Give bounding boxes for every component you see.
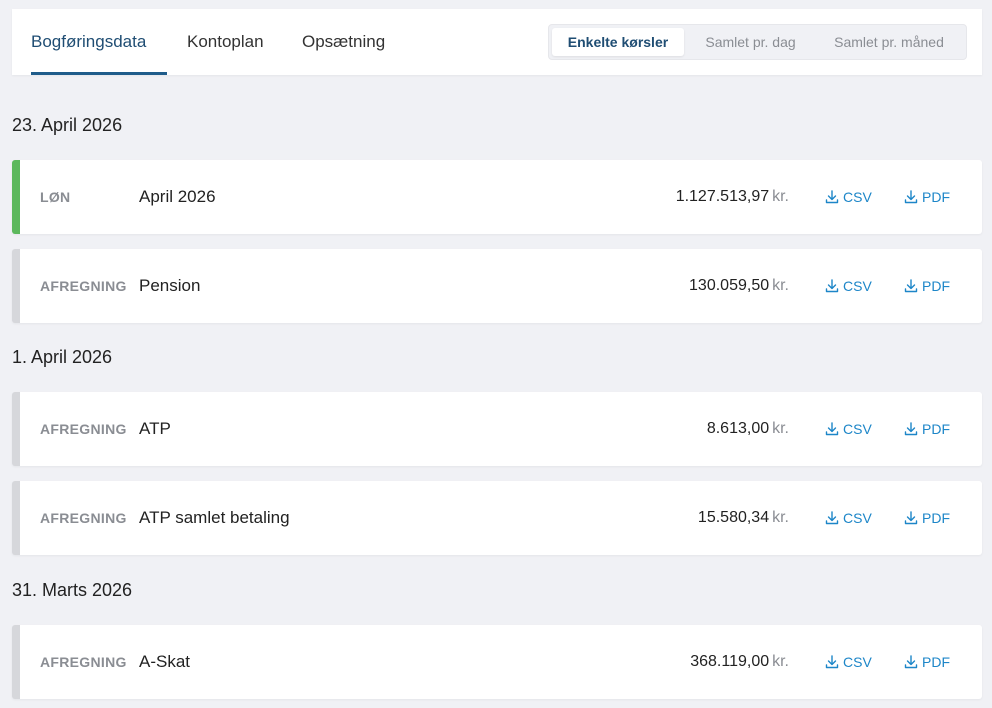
- amount-currency: kr.: [772, 509, 789, 526]
- entry-name: April 2026: [139, 187, 216, 206]
- entry-name: Pension: [139, 276, 201, 295]
- amount-currency: kr.: [772, 653, 789, 670]
- download-icon: [904, 190, 918, 204]
- entry-type: LØN: [40, 189, 71, 205]
- entry-amount: 15.580,34 kr.: [698, 481, 789, 555]
- amount-value: 8.613,00: [706, 420, 770, 437]
- entry-row: AFREGNING ATP 8.613,00 kr. CSV PDF: [12, 392, 982, 466]
- download-icon: [825, 655, 839, 669]
- entry-row: AFREGNING ATP samlet betaling 15.580,34 k…: [12, 481, 982, 555]
- download-icon: [825, 422, 839, 436]
- entry-amount: 1.127.513,97 kr.: [676, 160, 789, 234]
- amount-currency: kr.: [772, 277, 789, 294]
- pdf-label: PDF: [922, 421, 950, 437]
- top-bar: Bogføringsdata Kontoplan Opsætning Enkel…: [12, 9, 982, 75]
- download-pdf-link[interactable]: PDF: [904, 625, 950, 699]
- amount-value: 15.580,34: [697, 509, 770, 526]
- entry-name: ATP samlet betaling: [139, 508, 290, 527]
- entry-amount: 130.059,50 kr.: [689, 249, 789, 323]
- view-mode-per-month[interactable]: Samlet pr. måned: [817, 28, 961, 56]
- csv-label: CSV: [843, 510, 872, 526]
- entry-row: LØN April 2026 1.127.513,97 kr. CSV PDF: [12, 160, 982, 234]
- csv-label: CSV: [843, 421, 872, 437]
- download-icon: [825, 511, 839, 525]
- tab-opsaetning[interactable]: Opsætning: [302, 9, 385, 75]
- download-pdf-link[interactable]: PDF: [904, 160, 950, 234]
- pdf-label: PDF: [922, 510, 950, 526]
- pdf-label: PDF: [922, 189, 950, 205]
- entry-row: AFREGNING Pension 130.059,50 kr. CSV PDF: [12, 249, 982, 323]
- view-mode-single-runs[interactable]: Enkelte kørsler: [552, 28, 684, 56]
- download-csv-link[interactable]: CSV: [825, 392, 872, 466]
- amount-currency: kr.: [772, 188, 789, 205]
- date-heading: 23. April 2026: [12, 115, 123, 135]
- amount-value: 368.119,00: [690, 653, 770, 670]
- tab-label: Kontoplan: [187, 32, 264, 51]
- entry-type: AFREGNING: [40, 278, 127, 294]
- entry-amount: 368.119,00 kr.: [690, 625, 789, 699]
- tab-label: Bogføringsdata: [31, 32, 147, 51]
- tab-label: Opsætning: [302, 32, 386, 51]
- download-icon: [904, 511, 918, 525]
- amount-value: 130.059,50: [689, 277, 770, 294]
- csv-label: CSV: [843, 189, 872, 205]
- download-icon: [825, 190, 839, 204]
- entry-amount: 8.613,00 kr.: [707, 392, 789, 466]
- download-pdf-link[interactable]: PDF: [904, 481, 950, 555]
- download-icon: [825, 279, 839, 293]
- amount-value: 1.127.513,97: [675, 188, 770, 205]
- view-mode-per-day[interactable]: Samlet pr. dag: [686, 28, 815, 56]
- csv-label: CSV: [843, 278, 872, 294]
- entry-type: AFREGNING: [40, 510, 127, 526]
- entry-row: AFREGNING A-Skat 368.119,00 kr. CSV PDF: [12, 625, 982, 699]
- download-csv-link[interactable]: CSV: [825, 481, 872, 555]
- download-icon: [904, 655, 918, 669]
- view-mode-switch: Enkelte kørsler Samlet pr. dag Samlet pr…: [548, 24, 967, 60]
- pdf-label: PDF: [922, 278, 950, 294]
- download-csv-link[interactable]: CSV: [825, 160, 872, 234]
- entry-name: A-Skat: [139, 652, 191, 671]
- pdf-label: PDF: [922, 654, 950, 670]
- amount-currency: kr.: [772, 420, 789, 437]
- download-csv-link[interactable]: CSV: [825, 625, 872, 699]
- tab-kontoplan[interactable]: Kontoplan: [187, 9, 264, 75]
- csv-label: CSV: [843, 654, 872, 670]
- download-icon: [904, 279, 918, 293]
- download-icon: [904, 422, 918, 436]
- date-heading: 31. Marts 2026: [12, 580, 133, 600]
- tab-bogforingsdata[interactable]: Bogføringsdata: [31, 9, 167, 75]
- download-csv-link[interactable]: CSV: [825, 249, 872, 323]
- entry-name: ATP: [139, 419, 171, 438]
- download-pdf-link[interactable]: PDF: [904, 392, 950, 466]
- date-heading: 1. April 2026: [12, 347, 113, 367]
- entry-type: AFREGNING: [40, 421, 127, 437]
- entry-type: AFREGNING: [40, 654, 127, 670]
- download-pdf-link[interactable]: PDF: [904, 249, 950, 323]
